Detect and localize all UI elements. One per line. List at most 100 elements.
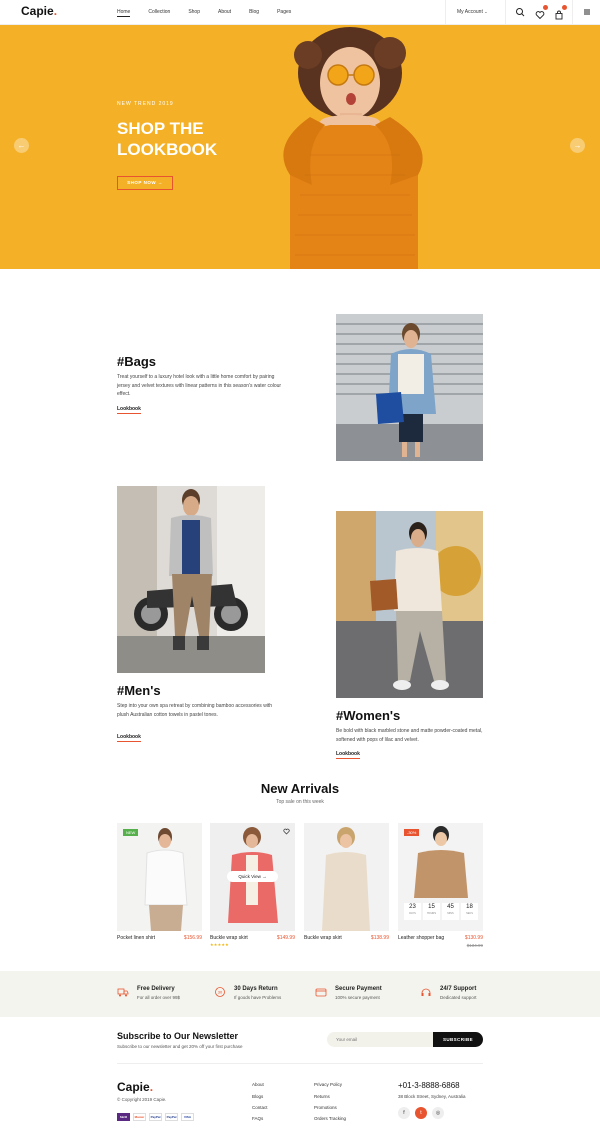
features-bar: Free Delivery For all order over 99$ 30 …: [0, 971, 600, 1017]
paypal-icon: PayPal: [149, 1113, 162, 1121]
product-name[interactable]: Buckle wrap skirt: [210, 935, 248, 941]
womens-description: Be bold with black marbled stone and mat…: [336, 728, 483, 743]
mens-title: #Men's: [117, 683, 161, 698]
twitter-icon[interactable]: t: [415, 1107, 427, 1119]
divider: [445, 0, 446, 25]
countdown-hours: 15 HOURS: [423, 903, 440, 920]
feature-subtitle: Dedicated support: [440, 995, 477, 1000]
product-image[interactable]: [304, 823, 389, 931]
mens-photo[interactable]: [117, 486, 265, 673]
bags-lookbook-link[interactable]: Lookbook: [117, 406, 141, 414]
heart-icon: [535, 11, 545, 20]
product-price: $149.99: [276, 935, 295, 941]
feature-subtitle: For all order over 99$: [137, 995, 181, 1000]
footer-link-faqs[interactable]: FAQs: [252, 1116, 263, 1121]
newsletter-subtitle: Subscribe to our newsletter and get 20% …: [117, 1044, 243, 1049]
my-account-dropdown[interactable]: My Account ⌄: [457, 9, 488, 15]
main-nav: Home Collection Shop About Blog Pages: [117, 9, 309, 17]
next-slide-arrow-icon[interactable]: →: [570, 138, 585, 153]
newsletter-email-input[interactable]: [327, 1032, 435, 1047]
cart-badge: [562, 5, 567, 10]
product-name[interactable]: Buckle wrap skirt: [304, 935, 342, 941]
footer-link-returns[interactable]: Returns: [314, 1094, 330, 1099]
shop-now-button[interactable]: SHOP NOW →: [117, 176, 173, 190]
product-card[interactable]: Buckle wrap skirt $138.99: [304, 823, 389, 941]
heart-icon[interactable]: [283, 828, 290, 835]
footer-link-about[interactable]: About: [252, 1082, 264, 1087]
nav-about[interactable]: About: [218, 9, 231, 17]
countdown-timer: 23 DAYS 15 HOURS 45 MINS 18 SECS: [404, 903, 478, 920]
new-arrivals-subtitle: Top sale on this week: [276, 799, 324, 805]
new-badge: NEW: [123, 829, 139, 836]
product-card[interactable]: -30% 23 DAYS 15 HOURS 45 MINS 18 SECS Leathe…: [398, 823, 483, 948]
footer-link-orders-tracking[interactable]: Orders Tracking: [314, 1116, 346, 1121]
product-price: $138.99: [370, 935, 389, 941]
nav-shop[interactable]: Shop: [188, 9, 200, 17]
menu-icon[interactable]: [582, 7, 592, 17]
product-name[interactable]: Pocket linen shirt: [117, 935, 155, 941]
product-price: $130.99: [464, 935, 483, 941]
footer-link-promotions[interactable]: Promotions: [314, 1105, 337, 1110]
mastercard-icon: Master: [133, 1113, 146, 1121]
hero-model-image: [283, 27, 423, 269]
facebook-icon[interactable]: f: [398, 1107, 410, 1119]
bags-description: Treat yourself to a luxury hotel look wi…: [117, 374, 282, 397]
womens-lookbook-link[interactable]: Lookbook: [336, 751, 360, 759]
footer-logo[interactable]: Capie.: [117, 1080, 153, 1094]
cart-button[interactable]: [554, 5, 567, 20]
contact-address: 38 Block Street, Sydney, Australia: [398, 1094, 466, 1099]
feature-title: 30 Days Return: [234, 986, 278, 992]
card-icon: [315, 988, 327, 997]
hero-title: SHOP THE LOOKBOOK: [117, 119, 218, 159]
wishlist-button[interactable]: [535, 5, 548, 20]
logo[interactable]: Capie.: [21, 4, 57, 18]
product-name[interactable]: Leather shopper bag: [398, 935, 444, 941]
newsletter-title: Subscribe to Our Newsletter: [117, 1031, 239, 1041]
discount-badge: -30%: [404, 829, 420, 836]
bag-icon: [555, 10, 563, 20]
prev-slide-arrow-icon[interactable]: ←: [14, 138, 29, 153]
support-icon: [421, 988, 431, 996]
truck-icon: [117, 988, 129, 997]
countdown-days: 23 DAYS: [404, 903, 421, 920]
product-card[interactable]: Quick View → Buckle wrap skirt $149.99 ★…: [210, 823, 295, 947]
visa-icon: VISA: [181, 1113, 194, 1121]
footer-link-contact[interactable]: Contact: [252, 1105, 268, 1110]
nav-pages[interactable]: Pages: [277, 9, 291, 17]
copyright: © Copyright 2019 Capie.: [117, 1097, 167, 1102]
womens-photo[interactable]: [336, 511, 483, 698]
paypal-icon: PayPal: [165, 1113, 178, 1121]
mens-lookbook-link[interactable]: Lookbook: [117, 734, 141, 742]
chevron-down-icon: ⌄: [484, 9, 488, 14]
footer-divider: [117, 1063, 483, 1064]
bags-photo[interactable]: [336, 314, 483, 461]
product-price: $156.99: [183, 935, 202, 941]
search-icon[interactable]: [515, 7, 525, 17]
subscribe-button[interactable]: SUBSCRIBE: [433, 1032, 483, 1047]
nav-home[interactable]: Home: [117, 9, 131, 17]
feature-title: Free Delivery: [137, 986, 175, 992]
return-icon: 30: [215, 987, 225, 997]
feature-title: Secure Payment: [335, 986, 382, 992]
instagram-icon[interactable]: ◎: [432, 1107, 444, 1119]
countdown-mins: 45 MINS: [442, 903, 459, 920]
wishlist-badge: [543, 5, 548, 10]
contact-phone[interactable]: +01-3-8888-6868: [398, 1081, 460, 1090]
divider: [572, 0, 573, 25]
quick-view-button[interactable]: Quick View →: [227, 871, 278, 882]
rating-stars: ★★★★★: [210, 942, 229, 947]
nav-blog[interactable]: Blog: [249, 9, 259, 17]
product-image[interactable]: [117, 823, 202, 931]
hero-slider: NEW TREND 2019 SHOP THE LOOKBOOK SHOP NO…: [0, 25, 600, 269]
product-card[interactable]: NEW Pocket linen shirt $156.99: [117, 823, 202, 941]
womens-title: #Women's: [336, 708, 401, 723]
nav-collection[interactable]: Collection: [148, 9, 170, 17]
product-old-price: $134.99: [466, 943, 483, 948]
divider: [505, 0, 506, 25]
feature-title: 24/7 Support: [440, 986, 477, 992]
new-arrivals-title: New Arrivals: [260, 781, 340, 796]
footer-link-privacy[interactable]: Privacy Policy: [314, 1082, 342, 1087]
hero-tagline: NEW TREND 2019: [117, 101, 174, 107]
footer-link-blogs[interactable]: Blogs: [252, 1094, 263, 1099]
svg-text:30: 30: [218, 990, 223, 995]
